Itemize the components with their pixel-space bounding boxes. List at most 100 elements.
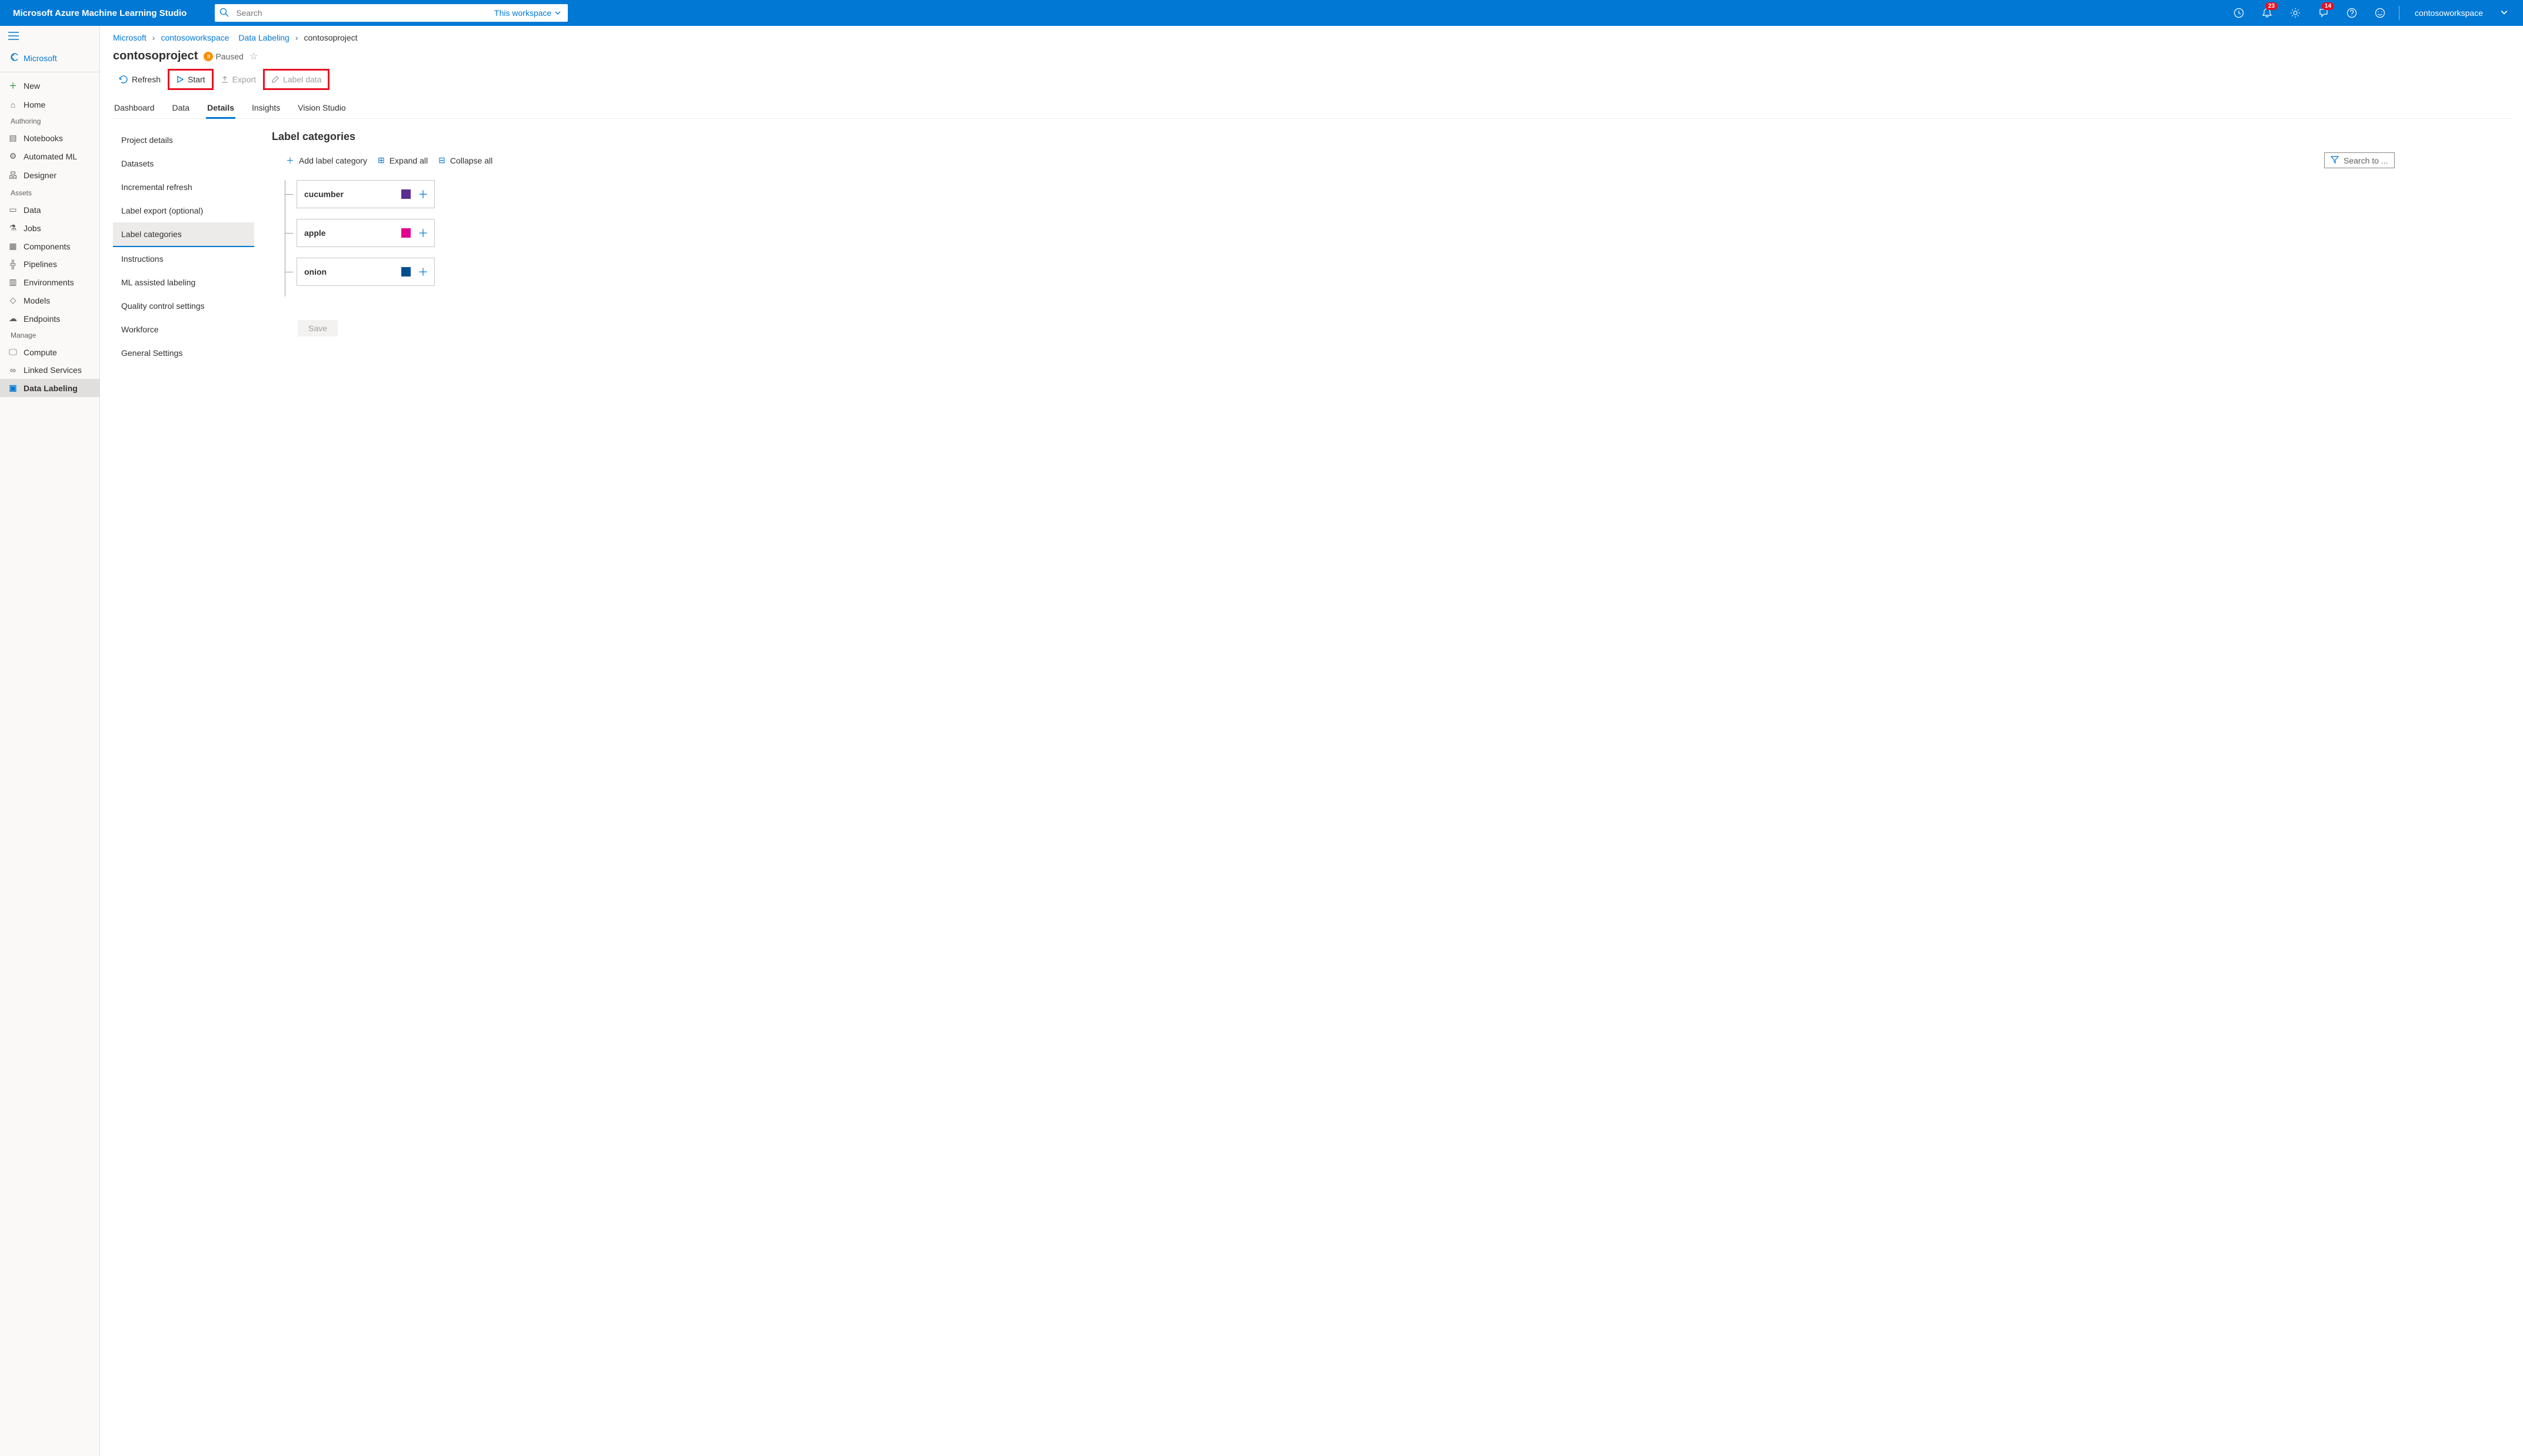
chevron-down-icon (2501, 8, 2508, 18)
nav-item-pipelines[interactable]: ╬Pipelines (0, 255, 99, 273)
nav-item-data-labeling[interactable]: ▣Data Labeling (0, 379, 99, 397)
edit-icon (271, 75, 279, 84)
breadcrumb-item-2[interactable]: contosoworkspace (161, 33, 229, 42)
nav-collapse-button[interactable] (0, 26, 99, 48)
nav-section-authoring: Authoring (0, 114, 99, 129)
collapse-icon: ⊟ (438, 155, 445, 165)
settings-item-workforce[interactable]: Workforce (113, 318, 254, 341)
pipelines-icon: ╬ (8, 259, 18, 269)
expand-all-button[interactable]: ⊞ Expand all (378, 155, 428, 165)
workspace-picker[interactable]: contosoworkspace (2406, 8, 2516, 18)
add-label-category-button[interactable]: ＋ Add label category (286, 155, 367, 166)
label-chip[interactable]: onion ＋ (297, 258, 435, 286)
nav-item-designer[interactable]: 品Designer (0, 165, 99, 185)
status-badge: II Paused (204, 52, 243, 61)
notifications-icon[interactable]: 23 (2255, 0, 2279, 26)
nav-back-link[interactable]: Microsoft (0, 48, 99, 68)
nav-item-components[interactable]: ▦Components (0, 237, 99, 255)
tab-bar: Dashboard Data Details Insights Vision S… (113, 98, 2512, 119)
settings-item-project-details[interactable]: Project details (113, 128, 254, 152)
tab-dashboard[interactable]: Dashboard (113, 98, 156, 118)
label-chip[interactable]: cucumber ＋ (297, 180, 435, 208)
nav-item-linked-services[interactable]: ∞Linked Services (0, 361, 99, 379)
compute-icon: 🖵 (8, 347, 18, 357)
search-input[interactable] (234, 6, 487, 20)
search-scope-dropdown[interactable]: This workspace (487, 8, 568, 18)
favorite-star-icon[interactable]: ☆ (249, 51, 258, 62)
nav-item-models[interactable]: ◇Models (0, 291, 99, 309)
color-swatch[interactable] (401, 189, 411, 199)
tab-insights[interactable]: Insights (251, 98, 281, 118)
highlight-label-data: Label data (263, 69, 329, 90)
page-title: contosoproject (113, 49, 198, 63)
settings-item-instructions[interactable]: Instructions (113, 247, 254, 271)
label-categories-panel: Label categories ＋ Add label category ⊞ … (254, 128, 2512, 336)
breadcrumb-item-4: contosoproject (304, 33, 358, 42)
feedback-icon[interactable] (2368, 0, 2392, 26)
settings-item-datasets[interactable]: Datasets (113, 152, 254, 175)
color-swatch[interactable] (401, 267, 411, 276)
settings-item-quality-control[interactable]: Quality control settings (113, 294, 254, 318)
label-data-button: Label data (265, 71, 327, 88)
tab-details[interactable]: Details (206, 98, 235, 118)
breadcrumb-item-3[interactable]: Data Labeling (238, 33, 289, 42)
help-icon[interactable] (2340, 0, 2364, 26)
label-row: apple＋ (297, 219, 2512, 247)
environments-icon: ▥ (8, 277, 18, 287)
data-icon: ▭ (8, 205, 18, 215)
settings-gear-icon[interactable] (2284, 0, 2307, 26)
flask-icon: ⚗ (8, 223, 18, 233)
nav-item-new[interactable]: ＋New (0, 76, 99, 96)
label-row: onion ＋ (297, 258, 2512, 286)
play-icon (176, 75, 184, 84)
nav-item-home[interactable]: ⌂Home (0, 96, 99, 114)
action-toolbar: Refresh Start Export Label data (113, 69, 2512, 90)
nav-item-compute[interactable]: 🖵Compute (0, 343, 99, 361)
add-child-label-button[interactable]: ＋ (418, 186, 428, 202)
brand-title: Microsoft Azure Machine Learning Studio (7, 8, 192, 18)
settings-item-label-export[interactable]: Label export (optional) (113, 199, 254, 222)
settings-item-general[interactable]: General Settings (113, 341, 254, 365)
add-child-label-button[interactable]: ＋ (418, 225, 428, 241)
filter-search-box[interactable]: Search to ... (2324, 152, 2395, 168)
recent-icon[interactable] (2227, 0, 2251, 26)
settings-item-incremental-refresh[interactable]: Incremental refresh (113, 175, 254, 199)
chevron-down-icon (555, 8, 561, 18)
nav-item-automl[interactable]: ⚙Automated ML (0, 147, 99, 165)
components-icon: ▦ (8, 241, 18, 251)
left-nav: Microsoft ＋New ⌂Home Authoring ▤Notebook… (0, 26, 100, 1456)
panel-heading: Label categories (272, 131, 2512, 143)
color-swatch[interactable] (401, 228, 411, 238)
nav-item-data[interactable]: ▭Data (0, 201, 99, 219)
link-icon: ∞ (8, 365, 18, 375)
label-name: onion (304, 267, 327, 276)
nav-item-environments[interactable]: ▥Environments (0, 273, 99, 291)
breadcrumb-item-1[interactable]: Microsoft (113, 33, 147, 42)
refresh-button[interactable]: Refresh (113, 71, 167, 88)
nav-item-jobs[interactable]: ⚗Jobs (0, 219, 99, 237)
plus-icon: ＋ (286, 155, 294, 166)
messages-icon[interactable]: 14 (2312, 0, 2335, 26)
label-chip[interactable]: apple＋ (297, 219, 435, 247)
search-box[interactable]: This workspace (215, 4, 568, 22)
start-button[interactable]: Start (170, 71, 211, 88)
nav-item-endpoints[interactable]: ☁Endpoints (0, 309, 99, 328)
title-row: contosoproject II Paused ☆ (113, 49, 2512, 63)
notebook-icon: ▤ (8, 133, 18, 143)
settings-item-label-categories[interactable]: Label categories (113, 222, 254, 247)
label-name: cucumber (304, 189, 344, 199)
pause-icon: II (204, 52, 213, 61)
collapse-all-button[interactable]: ⊟ Collapse all (438, 155, 492, 165)
search-icon (215, 8, 234, 19)
highlight-start: Start (168, 69, 214, 90)
home-icon: ⌂ (8, 100, 18, 109)
save-button: Save (298, 320, 338, 336)
expand-icon: ⊞ (378, 155, 385, 165)
add-child-label-button[interactable]: ＋ (418, 264, 428, 279)
tab-vision-studio[interactable]: Vision Studio (297, 98, 347, 118)
workspace-name: contosoworkspace (2415, 8, 2483, 18)
nav-item-notebooks[interactable]: ▤Notebooks (0, 129, 99, 147)
settings-item-ml-assisted[interactable]: ML assisted labeling (113, 271, 254, 294)
refresh-icon (119, 75, 128, 84)
tab-data[interactable]: Data (171, 98, 191, 118)
